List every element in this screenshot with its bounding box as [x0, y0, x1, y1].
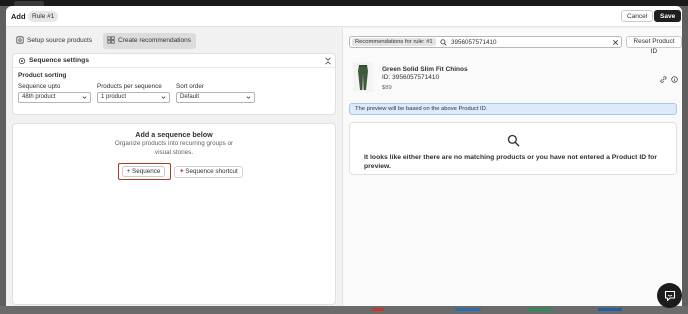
product-image [353, 62, 373, 92]
tab-label: Create recommendations [118, 37, 191, 44]
preview-empty-state: It looks like either there are no matchi… [349, 122, 677, 175]
add-rule-modal: Add Rule #1 Cancel Save Setup source pro… [6, 6, 682, 306]
tab-label: Setup source products [27, 37, 93, 44]
chevron-down-icon [82, 96, 87, 99]
link-icon[interactable] [660, 76, 667, 83]
sort-order-select[interactable]: Default [176, 92, 255, 103]
products-per-sequence-select[interactable]: 1 product [97, 92, 170, 103]
sequence-heading: Add a sequence below [135, 130, 213, 139]
tab-setup-source-products[interactable]: Setup source products [12, 33, 97, 49]
product-price: $89 [382, 85, 392, 91]
collapse-icon[interactable] [324, 57, 332, 65]
sequence-shortcut-label: Sequence shortcut [185, 168, 238, 175]
search-input[interactable]: 3956057571410 [451, 39, 497, 46]
product-name: Green Solid Slim Fit Chinos [382, 66, 468, 73]
gear-icon [18, 57, 26, 65]
select-value: 48th product [22, 94, 56, 100]
sequence-upto-select[interactable]: 48th product [18, 92, 91, 103]
magnifier-icon [507, 134, 520, 147]
preview-info-banner: The preview will be based on the above P… [349, 103, 677, 115]
info-icon[interactable] [671, 76, 678, 83]
rule-tag: Recommendations for rule: #1 [352, 38, 436, 46]
save-button[interactable]: Save [654, 10, 682, 22]
close-icon[interactable] [612, 39, 619, 46]
cancel-button[interactable]: Cancel [621, 10, 654, 22]
chevron-down-icon [246, 96, 251, 99]
preview-panel: Recommendations for rule: #1 39560575714… [342, 28, 682, 306]
grid-icon [107, 35, 115, 44]
add-sequence-button[interactable]: + Sequence [122, 166, 165, 177]
chat-launcher-button[interactable] [657, 283, 682, 308]
editor-panel: Setup source products Create recommendat… [6, 28, 342, 306]
modal-title: Add [11, 12, 26, 21]
backdrop-page [0, 306, 688, 314]
chevron-down-icon [161, 96, 166, 99]
search-icon [440, 38, 447, 46]
product-id: ID: 3956057571410 [382, 74, 440, 81]
reset-product-id-button[interactable]: Reset Product ID [626, 36, 682, 55]
select-value: Default [180, 94, 200, 100]
sequence-empty-state: Add a sequence below Organize products i… [12, 123, 336, 305]
product-id-search[interactable]: Recommendations for rule: #1 39560575714… [349, 36, 622, 48]
sequence-description: Organize products into recurring groups … [114, 140, 234, 156]
product-preview-row: Green Solid Slim Fit Chinos ID: 39560575… [349, 54, 681, 98]
chat-icon [664, 290, 675, 301]
add-sequence-label: Sequence [132, 168, 161, 175]
sequence-settings-card: Sequence settings Product sorting Sequen… [12, 53, 336, 115]
sparkle-icon: ✦ [179, 168, 185, 175]
select-value: 1 product [101, 94, 127, 100]
sequence-shortcut-button[interactable]: ✦Sequence shortcut [174, 166, 243, 178]
tab-create-recommendations[interactable]: Create recommendations [103, 33, 196, 49]
empty-preview-message: It looks like either there are no matchi… [364, 154, 658, 170]
rule-badge: Rule #1 [28, 11, 59, 22]
products-per-sequence-label: Products per sequence [97, 83, 162, 90]
modal-header: Add Rule #1 Cancel Save [6, 6, 682, 27]
sequence-settings-header[interactable]: Sequence settings [13, 54, 335, 68]
add-sequence-highlight: + Sequence [118, 163, 171, 180]
sort-order-label: Sort order [176, 83, 204, 90]
sequence-upto-label: Sequence upto [18, 83, 61, 90]
sequence-settings-title: Sequence settings [29, 57, 90, 64]
target-icon [16, 35, 24, 44]
product-sorting-label: Product sorting [18, 72, 67, 79]
